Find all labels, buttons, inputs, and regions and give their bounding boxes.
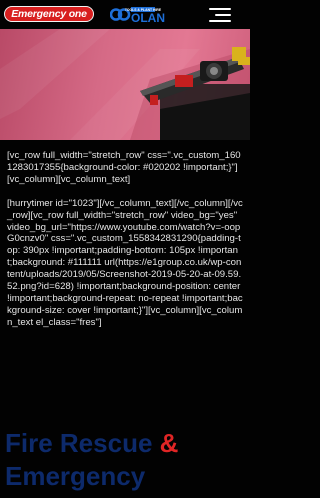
shortcode-paragraph-1: [vc_row full_width="stretch_row" css=".v…	[7, 150, 241, 185]
logo-text: Emergency one	[11, 8, 87, 20]
heading-part-1: Fire Rescue	[5, 428, 153, 458]
heading-ampersand: &	[159, 428, 179, 458]
shortcode-paragraph-2: [hurrytimer id="1023"][/vc_column_text][…	[7, 197, 243, 328]
site-header: Emergency one TOOLS & PLANT HIRE OLAN	[0, 0, 250, 29]
hero-banner	[0, 29, 250, 140]
brand-name: OLAN	[131, 11, 165, 23]
emergency-one-logo[interactable]: Emergency one	[4, 6, 94, 22]
page-body-text: [vc_row full_width="stretch_row" css=".v…	[7, 150, 243, 329]
vehicle-equipment-illustration	[0, 29, 250, 140]
olan-brand-logo[interactable]: TOOLS & PLANT HIRE OLAN	[110, 6, 187, 23]
hamburger-menu-icon[interactable]	[209, 8, 231, 22]
section-heading: Fire Rescue & Emergency	[5, 427, 250, 493]
heading-part-2: Emergency	[5, 461, 146, 491]
